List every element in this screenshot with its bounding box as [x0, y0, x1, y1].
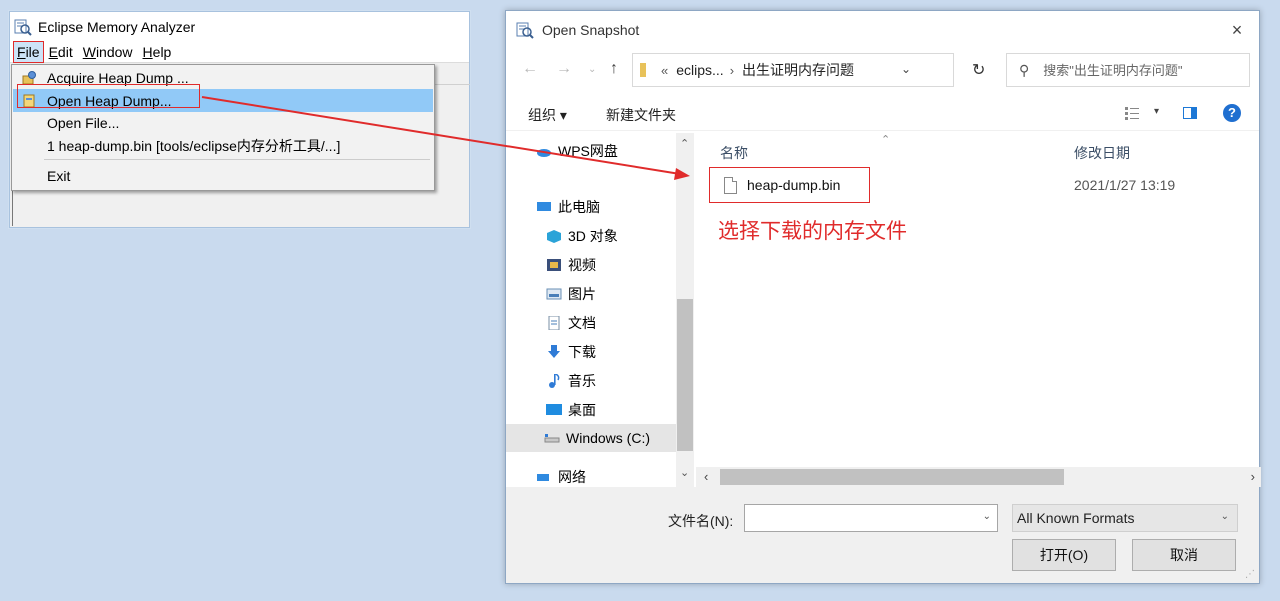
nav-item-music[interactable]: 音乐	[546, 367, 596, 395]
column-header-name[interactable]: 名称	[720, 139, 748, 167]
file-name: heap-dump.bin	[747, 177, 841, 193]
scroll-down-icon[interactable]: ⌄	[680, 466, 689, 479]
filename-input[interactable]	[745, 505, 965, 531]
nav-item-pictures[interactable]: 图片	[546, 280, 596, 308]
dialog-title: Open Snapshot	[542, 22, 640, 38]
help-icon[interactable]: ?	[1223, 104, 1241, 122]
preview-pane-icon[interactable]	[1183, 107, 1197, 119]
dialog-title-bar: Open Snapshot	[506, 11, 1259, 49]
computer-icon	[537, 202, 551, 211]
command-bar: 组织 ▾ 新建文件夹 ▾ ?	[506, 97, 1259, 131]
music-icon	[549, 374, 560, 388]
breadcrumb-overflow[interactable]: «	[661, 63, 668, 78]
menu-file[interactable]: File	[13, 40, 44, 63]
address-row: ← → ⌄ ↑ « eclips... › 出生证明内存问题 ⌄ ↻ ⚲	[506, 51, 1259, 89]
folder-icon	[640, 63, 646, 77]
drive-icon	[544, 434, 560, 443]
download-icon	[548, 345, 560, 358]
scroll-left-icon[interactable]: ‹	[704, 469, 708, 484]
view-options-icon[interactable]	[1125, 106, 1139, 120]
annotation-text: 选择下载的内存文件	[718, 219, 907, 243]
scroll-up-icon[interactable]: ⌃	[680, 137, 689, 150]
memory-analyzer-icon	[516, 22, 534, 39]
file-type-select[interactable]: All Known Formats ⌄	[1012, 504, 1238, 532]
column-header-modified[interactable]: 修改日期	[1074, 139, 1130, 167]
navigation-pane: WPS网盘 此电脑 3D 对象 视频 图片 文档 下载 音乐 桌面 Window…	[506, 133, 696, 487]
nav-item-documents[interactable]: 文档	[546, 309, 596, 337]
nav-item-downloads[interactable]: 下载	[546, 338, 596, 366]
forward-arrow-icon[interactable]: →	[556, 60, 572, 78]
nav-item-videos[interactable]: 视频	[546, 251, 596, 279]
nav-item-this-pc[interactable]: 此电脑	[536, 193, 600, 221]
view-dropdown-icon[interactable]: ▾	[1154, 106, 1159, 117]
filename-combobox[interactable]: ⌄	[744, 504, 998, 532]
open-snapshot-dialog: Open Snapshot × ← → ⌄ ↑ « eclips... › 出生…	[505, 10, 1261, 584]
video-icon	[547, 259, 561, 271]
address-dropdown-icon[interactable]: ⌄	[901, 62, 911, 76]
picture-icon	[546, 288, 562, 300]
refresh-icon[interactable]: ↻	[972, 60, 985, 80]
file-row-heap-dump[interactable]: heap-dump.bin	[709, 167, 870, 203]
search-input[interactable]	[1043, 62, 1224, 78]
menu-item-open-file[interactable]: Open File...	[13, 111, 433, 134]
nav-item-wps[interactable]: WPS网盘	[536, 137, 618, 165]
search-box[interactable]: ⚲	[1006, 53, 1250, 87]
nav-vertical-scrollbar[interactable]: ⌃ ⌄	[676, 133, 694, 487]
memory-analyzer-icon	[14, 19, 32, 36]
3d-objects-icon	[547, 230, 561, 243]
desktop-icon	[546, 404, 562, 415]
cloud-icon	[537, 149, 551, 157]
file-modified-date: 2021/1/27 13:19	[1074, 177, 1176, 193]
new-folder-button[interactable]: 新建文件夹	[606, 105, 676, 125]
scroll-thumb[interactable]	[677, 299, 693, 451]
menubar: File Edit Window Help	[10, 40, 469, 63]
chevron-down-icon[interactable]: ⌄	[983, 511, 991, 522]
menu-window[interactable]: Window	[78, 42, 138, 62]
file-icon	[724, 176, 737, 194]
open-button[interactable]: 打开(O)	[1012, 539, 1116, 571]
h-scroll-thumb[interactable]	[720, 469, 1064, 485]
address-bar[interactable]: « eclips... › 出生证明内存问题 ⌄	[632, 53, 954, 87]
menu-help[interactable]: Help	[138, 42, 177, 62]
filename-label: 文件名(N):	[668, 513, 734, 529]
menu-item-exit[interactable]: Exit	[13, 164, 433, 187]
menu-item-recent-file[interactable]: 1 heap-dump.bin [tools/eclipse内存分析工具/...…	[13, 134, 433, 157]
mat-window-title: Eclipse Memory Analyzer	[38, 18, 196, 35]
pane-divider	[430, 84, 470, 164]
breadcrumb-separator-icon: ›	[729, 62, 735, 78]
breadcrumb-current-folder[interactable]: 出生证明内存问题	[742, 60, 854, 80]
menu-separator	[44, 159, 430, 160]
file-list-pane: ⌃ 名称 修改日期 heap-dump.bin 2021/1/27 13:19 …	[696, 133, 1261, 487]
recent-chevron-icon[interactable]: ⌄	[588, 64, 596, 75]
nav-item-3d-objects[interactable]: 3D 对象	[546, 222, 618, 250]
document-icon	[548, 316, 560, 330]
search-icon: ⚲	[1019, 61, 1030, 78]
nav-item-windows-c[interactable]: Windows (C:)	[506, 424, 676, 452]
chevron-down-icon: ⌄	[1220, 511, 1229, 522]
organize-button[interactable]: 组织 ▾	[528, 105, 567, 125]
mat-title-bar: Eclipse Memory Analyzer	[10, 12, 469, 41]
open-heap-dump-highlight-box	[17, 84, 200, 108]
network-icon	[537, 474, 549, 481]
dialog-footer: 文件名(N): ⌄ All Known Formats ⌄ 打开(O) 取消 ⋰	[506, 487, 1259, 583]
close-icon[interactable]: ×	[1227, 20, 1247, 41]
nav-item-network[interactable]: 网络	[536, 463, 586, 487]
up-arrow-icon[interactable]: ↑	[610, 60, 618, 78]
sort-caret-icon: ⌃	[881, 134, 891, 146]
menu-edit[interactable]: Edit	[44, 42, 78, 62]
breadcrumb-eclips[interactable]: eclips...	[676, 62, 723, 78]
back-arrow-icon[interactable]: ←	[522, 60, 538, 78]
scroll-right-icon[interactable]: ›	[1251, 469, 1255, 484]
cancel-button[interactable]: 取消	[1132, 539, 1236, 571]
file-horizontal-scrollbar[interactable]: ‹ ›	[696, 467, 1261, 487]
resize-grip-icon[interactable]: ⋰	[1245, 569, 1255, 580]
nav-item-desktop[interactable]: 桌面	[546, 396, 596, 424]
